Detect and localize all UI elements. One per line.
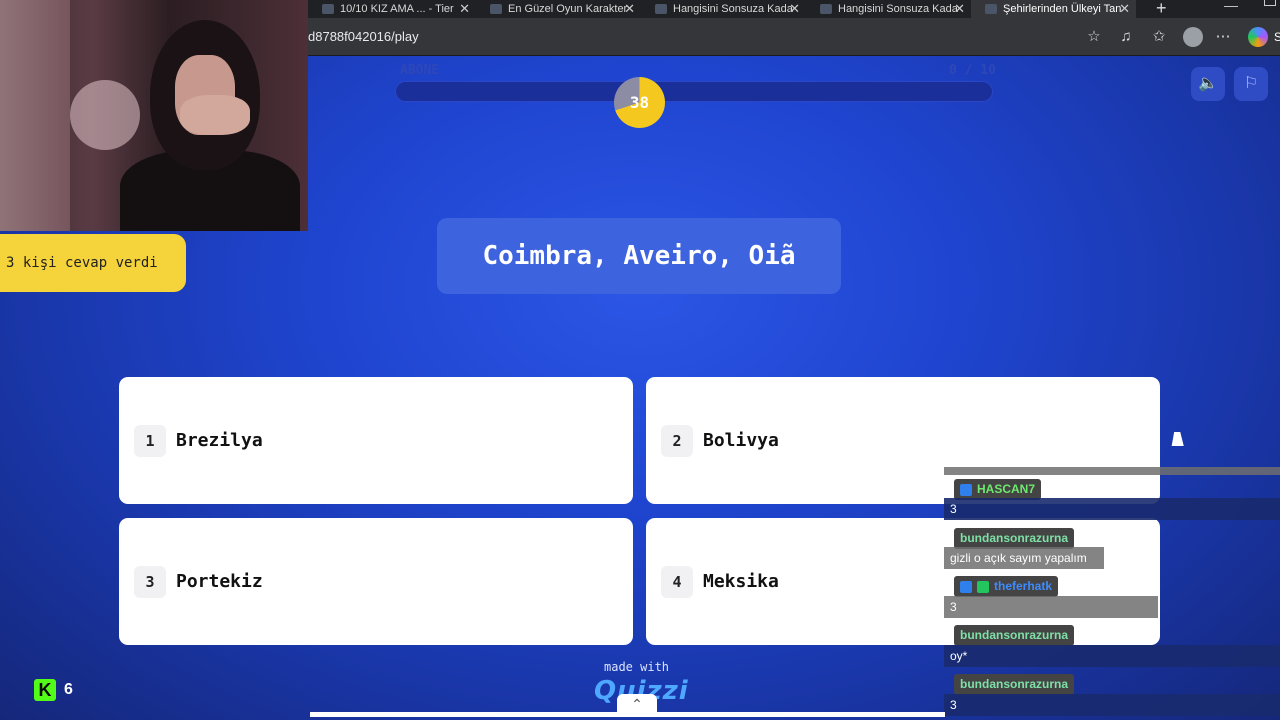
tab-label: Hangisini Sonsuza Kada xyxy=(673,3,793,15)
chat-username-text: theferhatk xyxy=(994,579,1053,593)
chat-message: oy* xyxy=(944,645,1280,667)
answer-number: 2 xyxy=(661,424,693,457)
viewer-count: 6 xyxy=(64,681,73,698)
sound-toggle-button[interactable]: 🔈 xyxy=(1191,67,1225,101)
chevron-up-icon: ⌃ xyxy=(631,696,643,712)
favicon-icon xyxy=(490,4,502,14)
question-text: Coimbra, Aveiro, Oiã xyxy=(482,241,796,271)
browser-tab-bar: 10/10 KIZ AMA ... - Tier ✕ En Güzel Oyun… xyxy=(308,0,1280,18)
chat-username: HASCAN7 xyxy=(954,479,1042,500)
webcam-curtain xyxy=(0,0,70,231)
question-card: Coimbra, Aveiro, Oiã xyxy=(437,218,841,294)
answer-label: Portekiz xyxy=(176,571,263,592)
more-icon[interactable]: ⋯ xyxy=(1212,26,1234,48)
chat-username-text: bundansonrazurna xyxy=(960,531,1069,545)
url-field[interactable]: d8788f042016/play xyxy=(308,29,419,44)
browser-tab[interactable]: 10/10 KIZ AMA ... - Tier ✕ xyxy=(308,0,476,18)
answer-label: Meksika xyxy=(703,571,779,592)
report-button[interactable]: ⚐ xyxy=(1234,67,1268,101)
profile-avatar[interactable] xyxy=(1183,27,1203,47)
tab-label: 10/10 KIZ AMA ... - Tier xyxy=(340,3,454,15)
mouse-cursor-icon xyxy=(1171,432,1187,446)
subscriber-badge-icon xyxy=(960,483,972,496)
stream-chat-overlay: HASCAN7 3 bundansonrazurna gizli o açık … xyxy=(944,467,1280,720)
progress-bar xyxy=(395,81,993,102)
close-icon[interactable]: ✕ xyxy=(459,1,470,17)
tab-label: En Güzel Oyun Karakter xyxy=(508,3,628,15)
answer-option-1[interactable]: 1 Brezilya xyxy=(119,377,633,504)
chat-message: 3 xyxy=(944,694,1280,716)
chat-message: 3 xyxy=(944,596,1158,618)
answered-count-banner: 3 kişi cevap verdi xyxy=(0,234,186,292)
chat-username: bundansonrazurna xyxy=(954,625,1075,646)
browser-tab-active[interactable]: Şehirlerinden Ülkeyi Tan ✕ xyxy=(971,0,1136,18)
browser-tab[interactable]: Hangisini Sonsuza Kada ✕ xyxy=(641,0,806,18)
close-icon[interactable]: ✕ xyxy=(789,1,800,17)
chat-username-text: bundansonrazurna xyxy=(960,677,1069,691)
favorite-star-icon[interactable]: ☆ xyxy=(1083,26,1105,48)
answer-label: Brezilya xyxy=(176,430,263,451)
bottom-bar xyxy=(310,712,945,717)
chat-username-text: bundansonrazurna xyxy=(960,628,1069,642)
address-bar: d8788f042016/play ☆ ♫ ✩ ⋯ S xyxy=(308,18,1280,56)
favicon-icon xyxy=(322,4,334,14)
chat-username-text: HASCAN7 xyxy=(977,482,1036,496)
media-control-icon[interactable]: ♫ xyxy=(1115,26,1137,48)
kick-logo-icon: K xyxy=(34,679,56,701)
tab-label: Hangisini Sonsuza Kada xyxy=(838,3,958,15)
chat-username: theferhatk xyxy=(954,576,1059,597)
favicon-icon xyxy=(820,4,832,14)
scroll-up-button[interactable]: ⌃ xyxy=(617,694,657,714)
chat-username: bundansonrazurna xyxy=(954,674,1075,695)
answer-label: Bolivya xyxy=(703,430,779,451)
webcam-person-hand xyxy=(180,95,250,135)
answer-number: 3 xyxy=(134,565,166,598)
made-with-label: made with xyxy=(604,660,670,674)
copilot-label: S xyxy=(1274,30,1280,44)
webcam-plush-toy xyxy=(70,80,140,150)
moderator-badge-icon xyxy=(977,580,989,593)
progress-count: 0 / 10 xyxy=(949,63,996,78)
favicon-icon xyxy=(655,4,667,14)
progress-label: ABONE xyxy=(400,63,440,78)
maximize-icon[interactable] xyxy=(1264,0,1276,6)
speaker-icon: 🔈 xyxy=(1198,75,1218,92)
answer-number: 1 xyxy=(134,424,166,457)
flag-icon: ⚐ xyxy=(1243,75,1259,92)
close-icon[interactable]: ✕ xyxy=(1119,1,1130,17)
favorites-icon[interactable]: ✩ xyxy=(1148,26,1170,48)
answer-option-3[interactable]: 3 Portekiz xyxy=(119,518,633,645)
countdown-timer: 38 xyxy=(614,77,665,128)
favicon-icon xyxy=(985,4,997,14)
webcam-overlay xyxy=(0,0,308,231)
copilot-icon[interactable] xyxy=(1248,27,1268,47)
close-icon[interactable]: ✕ xyxy=(624,1,635,17)
browser-tab[interactable]: Hangisini Sonsuza Kada ✕ xyxy=(806,0,971,18)
viewer-counter: K 6 xyxy=(34,679,73,701)
chat-divider xyxy=(944,467,1280,475)
new-tab-button[interactable]: + xyxy=(1156,0,1167,18)
subscriber-badge-icon xyxy=(960,580,972,593)
chat-username: bundansonrazurna xyxy=(954,528,1075,549)
chat-message: gizli o açık sayım yapalım xyxy=(944,547,1104,569)
tab-label: Şehirlerinden Ülkeyi Tan xyxy=(1003,3,1122,15)
answer-number: 4 xyxy=(661,565,693,598)
close-icon[interactable]: ✕ xyxy=(954,1,965,17)
browser-tab[interactable]: En Güzel Oyun Karakter ✕ xyxy=(476,0,641,18)
minimize-icon[interactable]: — xyxy=(1224,0,1238,13)
chat-message: 3 xyxy=(944,498,1280,520)
